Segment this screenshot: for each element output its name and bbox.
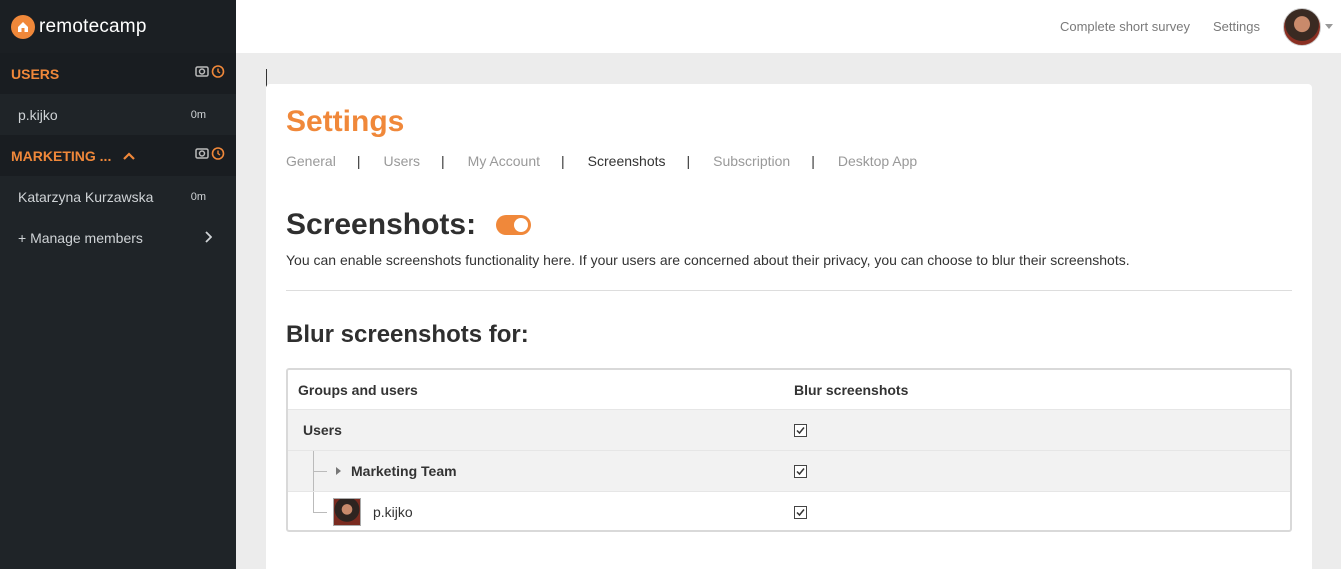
row-label: p.kijko bbox=[373, 504, 413, 520]
tree-line bbox=[313, 512, 327, 513]
row-label: Marketing Team bbox=[351, 463, 457, 479]
tab-separator: | bbox=[561, 153, 565, 169]
sidebar-user-row[interactable]: p.kijko 0m bbox=[0, 94, 236, 135]
column-header: Blur screenshots bbox=[794, 381, 909, 398]
tab-separator: | bbox=[441, 153, 445, 169]
user-name: Katarzyna Kurzawska bbox=[18, 188, 154, 205]
tab-screenshots[interactable]: Screenshots bbox=[588, 153, 687, 169]
table-row: p.kijko bbox=[288, 491, 1290, 530]
tree-line bbox=[313, 471, 327, 472]
sidebar-user-row[interactable]: Katarzyna Kurzawska 0m bbox=[0, 176, 236, 217]
tab-subscription[interactable]: Subscription bbox=[713, 153, 811, 169]
top-bar: Complete short survey Settings bbox=[236, 0, 1341, 53]
screenshots-heading: Screenshots: bbox=[286, 208, 477, 241]
expand-caret-icon[interactable] bbox=[336, 467, 341, 475]
timer-icon[interactable] bbox=[211, 64, 225, 83]
screenshots-toggle[interactable] bbox=[496, 215, 532, 235]
table-header: Groups and users Blur screenshots bbox=[288, 370, 1290, 409]
settings-link[interactable]: Settings bbox=[1213, 19, 1260, 34]
camera-icon[interactable] bbox=[195, 64, 209, 83]
settings-card: Settings General | Users | My Account | … bbox=[266, 84, 1312, 569]
manage-members-label: + Manage members bbox=[18, 229, 143, 246]
blur-table: Groups and users Blur screenshots Users … bbox=[286, 368, 1292, 532]
tab-my-account[interactable]: My Account bbox=[468, 153, 561, 169]
tab-separator: | bbox=[356, 153, 361, 169]
house-logo-icon bbox=[11, 14, 35, 39]
tab-users[interactable]: Users bbox=[383, 153, 441, 169]
section-title: Screenshots: bbox=[286, 208, 532, 242]
manage-members-link[interactable]: + Manage members bbox=[0, 217, 236, 258]
settings-tabs: General | Users | My Account | Screensho… bbox=[286, 153, 938, 169]
group-header-users[interactable]: USERS bbox=[0, 53, 236, 94]
timer-icon[interactable] bbox=[211, 146, 225, 165]
row-label: Users bbox=[303, 422, 342, 438]
chevron-up-icon[interactable] bbox=[123, 147, 136, 165]
divider bbox=[286, 290, 1292, 291]
group-title: USERS bbox=[11, 65, 60, 82]
page-title: Settings bbox=[286, 105, 405, 138]
table-row: Marketing Team bbox=[288, 450, 1290, 491]
avatar[interactable] bbox=[1283, 7, 1321, 46]
group-header-marketing[interactable]: MARKETING ... bbox=[0, 135, 236, 176]
caret-down-icon[interactable] bbox=[1325, 24, 1333, 29]
chevron-right-icon bbox=[204, 230, 213, 246]
tab-desktop-app[interactable]: Desktop App bbox=[838, 153, 938, 169]
blur-checkbox[interactable] bbox=[794, 505, 807, 519]
logo[interactable]: remotecamp bbox=[0, 0, 236, 53]
blur-checkbox[interactable] bbox=[794, 464, 807, 478]
group-title: MARKETING ... bbox=[11, 147, 112, 164]
camera-icon[interactable] bbox=[195, 146, 209, 165]
table-row: Users bbox=[288, 409, 1290, 450]
blur-heading: Blur screenshots for: bbox=[286, 321, 529, 348]
sidebar: remotecamp USERS p.kijko 0m MARKETING ..… bbox=[0, 0, 236, 569]
section-description: You can enable screenshots functionality… bbox=[286, 252, 1130, 268]
user-time: 0m bbox=[190, 108, 206, 121]
user-time: 0m bbox=[190, 190, 206, 203]
app-name: remotecamp bbox=[39, 15, 147, 37]
user-name: p.kijko bbox=[18, 106, 58, 123]
tab-separator: | bbox=[686, 153, 691, 169]
complete-survey-link[interactable]: Complete short survey bbox=[1060, 19, 1190, 34]
avatar bbox=[333, 498, 361, 526]
column-header: Groups and users bbox=[298, 381, 418, 398]
tab-separator: | bbox=[811, 153, 815, 169]
tree-line bbox=[313, 492, 314, 513]
blur-checkbox[interactable] bbox=[794, 423, 807, 437]
tab-general[interactable]: General bbox=[286, 153, 357, 169]
